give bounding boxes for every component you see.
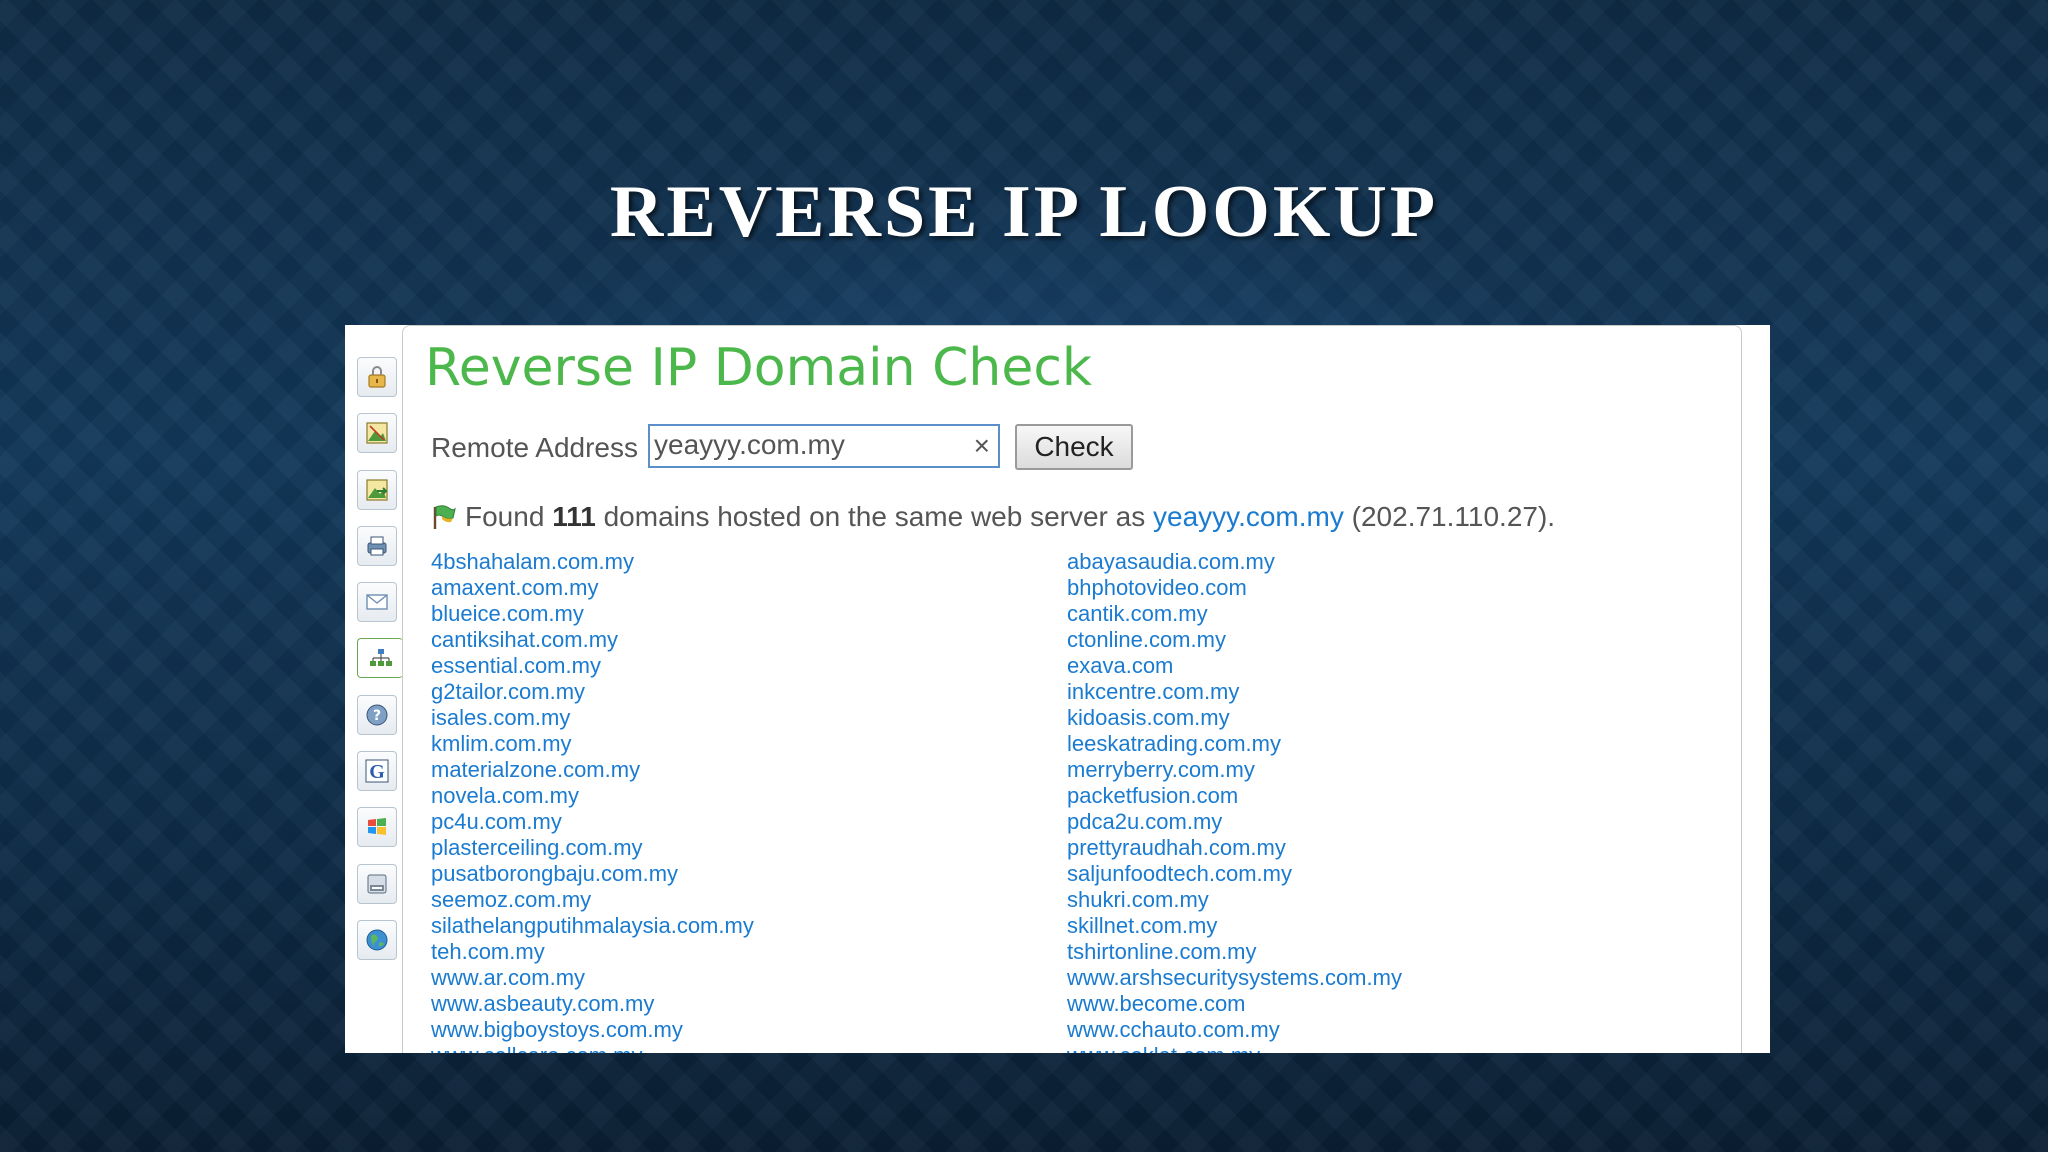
remote-address-input[interactable] <box>654 428 944 462</box>
sidebar-print-button[interactable] <box>357 526 397 566</box>
tool-sidebar: ? G <box>345 325 403 1053</box>
mail-icon <box>366 594 388 610</box>
domain-link[interactable]: plasterceiling.com.my <box>431 835 754 861</box>
domain-link[interactable]: leeskatrading.com.my <box>1067 731 1402 757</box>
domain-list-right: abayasaudia.com.my bhphotovideo.com cant… <box>1067 549 1402 1053</box>
sidebar-sitemap-button[interactable] <box>357 638 403 678</box>
google-icon: G <box>365 759 389 783</box>
domain-link[interactable]: packetfusion.com <box>1067 783 1402 809</box>
drive-icon <box>367 874 387 894</box>
reverse-ip-panel: Reverse IP Domain Check Remote Address ×… <box>402 325 1742 1053</box>
domain-link[interactable]: pusatborongbaju.com.my <box>431 861 754 887</box>
domain-link[interactable]: www.bigboystoys.com.my <box>431 1017 754 1043</box>
domain-link[interactable]: pdca2u.com.my <box>1067 809 1402 835</box>
domain-link[interactable]: novela.com.my <box>431 783 754 809</box>
domain-link[interactable]: g2tailor.com.my <box>431 679 754 705</box>
globe-icon <box>366 929 388 951</box>
check-button[interactable]: Check <box>1015 424 1133 470</box>
lock-icon <box>368 366 386 388</box>
domain-link[interactable]: amaxent.com.my <box>431 575 754 601</box>
remote-address-label: Remote Address <box>431 432 638 463</box>
domain-link[interactable]: silathelangputihmalaysia.com.my <box>431 913 754 939</box>
remote-address-field: × <box>648 424 1000 468</box>
domain-link[interactable]: kmlim.com.my <box>431 731 754 757</box>
sidebar-image-export-button[interactable] <box>357 470 397 510</box>
domain-link[interactable]: inkcentre.com.my <box>1067 679 1402 705</box>
image-icon <box>366 422 388 444</box>
sidebar-image-button[interactable] <box>357 413 397 453</box>
page-title: Reverse IP Domain Check <box>425 338 1093 398</box>
flag-icon <box>433 505 456 529</box>
server-ip: (202.71.110.27). <box>1351 501 1556 532</box>
result-prefix: Found <box>465 501 545 532</box>
domain-link[interactable]: pc4u.com.my <box>431 809 754 835</box>
sidebar-globe-button[interactable] <box>357 920 397 960</box>
domain-link[interactable]: shukri.com.my <box>1067 887 1402 913</box>
domain-link[interactable]: blueice.com.my <box>431 601 754 627</box>
help-icon: ? <box>366 704 388 726</box>
slide-title: Reverse IP Lookup <box>609 171 1439 253</box>
sitemap-icon <box>369 649 392 666</box>
sidebar-google-button[interactable]: G <box>357 751 397 791</box>
sidebar-mail-button[interactable] <box>357 582 397 622</box>
svg-text:G: G <box>369 761 385 783</box>
domain-link[interactable]: 4bshahalam.com.my <box>431 549 754 575</box>
domain-link[interactable]: abayasaudia.com.my <box>1067 549 1402 575</box>
sidebar-drive-button[interactable] <box>357 864 397 904</box>
domain-link[interactable]: saljunfoodtech.com.my <box>1067 861 1402 887</box>
domain-link[interactable]: www.cchauto.com.my <box>1067 1017 1402 1043</box>
sidebar-windows-button[interactable] <box>357 807 397 847</box>
domain-link[interactable]: essential.com.my <box>431 653 754 679</box>
sidebar-lock-button[interactable] <box>357 357 397 397</box>
domain-link[interactable]: cantiksihat.com.my <box>431 627 754 653</box>
domain-link[interactable]: bhphotovideo.com <box>1067 575 1402 601</box>
domain-link[interactable]: teh.com.my <box>431 939 754 965</box>
domain-link[interactable]: www.become.com <box>1067 991 1402 1017</box>
printer-icon <box>367 536 387 556</box>
domain-link[interactable]: www.ceklat.com.my <box>1067 1043 1402 1053</box>
domain-count: 111 <box>552 501 596 532</box>
windows-icon <box>368 818 386 835</box>
domain-link[interactable]: prettyraudhah.com.my <box>1067 835 1402 861</box>
domain-link[interactable]: materialzone.com.my <box>431 757 754 783</box>
domain-link[interactable]: cantik.com.my <box>1067 601 1402 627</box>
domain-list-left: 4bshahalam.com.my amaxent.com.my blueice… <box>431 549 754 1053</box>
screenshot-frame: ? G Reverse IP Domain Check Remote Addre… <box>345 325 1770 1053</box>
queried-domain-link[interactable]: yeayyy.com.my <box>1153 501 1344 533</box>
domain-link[interactable]: ctonline.com.my <box>1067 627 1402 653</box>
domain-link[interactable]: www.arshsecuritysystems.com.my <box>1067 965 1402 991</box>
clear-input-icon[interactable]: × <box>974 429 990 463</box>
domain-link[interactable]: skillnet.com.my <box>1067 913 1402 939</box>
domain-link[interactable]: www.cellcare.com.my <box>431 1043 754 1053</box>
domain-link[interactable]: kidoasis.com.my <box>1067 705 1402 731</box>
image-arrow-icon <box>366 479 388 501</box>
svg-text:?: ? <box>373 708 381 724</box>
domain-link[interactable]: www.ar.com.my <box>431 965 754 991</box>
result-middle: domains hosted on the same web server as <box>603 501 1146 532</box>
sidebar-help-button[interactable]: ? <box>357 695 397 735</box>
domain-link[interactable]: tshirtonline.com.my <box>1067 939 1402 965</box>
domain-link[interactable]: seemoz.com.my <box>431 887 754 913</box>
domain-link[interactable]: isales.com.my <box>431 705 754 731</box>
result-summary: Found 111 domains hosted on the same web… <box>429 501 1555 533</box>
domain-link[interactable]: merryberry.com.my <box>1067 757 1402 783</box>
domain-link[interactable]: exava.com <box>1067 653 1402 679</box>
domain-link[interactable]: www.asbeauty.com.my <box>431 991 754 1017</box>
